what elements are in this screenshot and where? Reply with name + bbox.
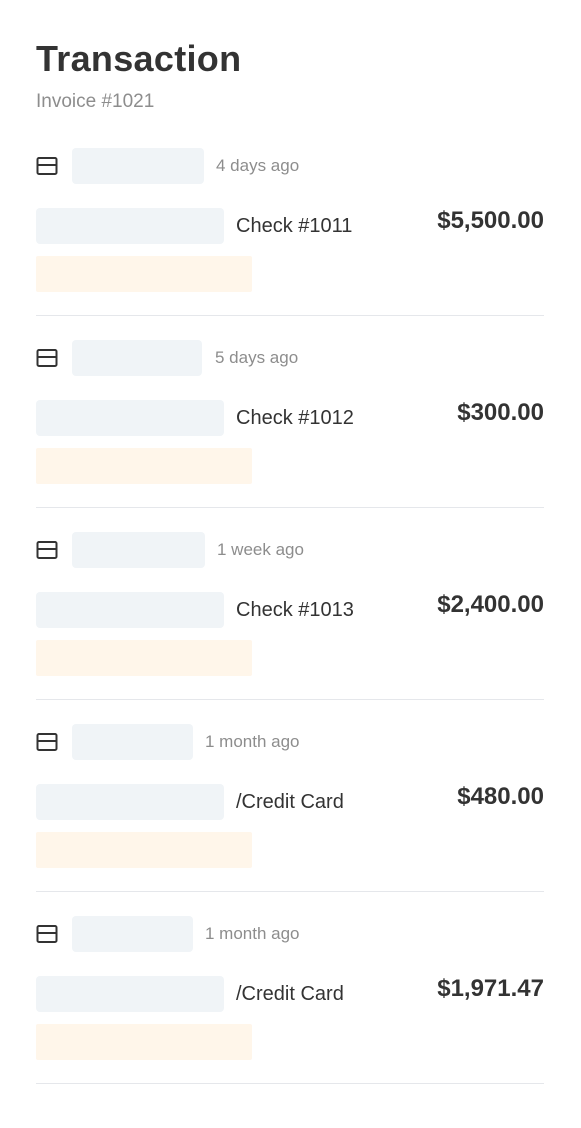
payee-placeholder: [36, 976, 224, 1012]
payee-placeholder: [36, 400, 224, 436]
status-placeholder: [36, 1024, 252, 1060]
transaction-row[interactable]: 4 days ago Check #1011 $5,500.00: [36, 124, 544, 316]
card-icon: [36, 540, 58, 560]
name-placeholder: [72, 916, 193, 952]
card-icon: [36, 924, 58, 944]
status-placeholder: [36, 832, 252, 868]
card-icon: [36, 732, 58, 752]
page-title: Transaction: [36, 38, 242, 79]
transaction-row[interactable]: 1 week ago Check #1013 $2,400.00: [36, 508, 544, 700]
payee-placeholder: [36, 592, 224, 628]
transaction-list: 4 days ago Check #1011 $5,500.00 5 days …: [36, 124, 544, 1084]
transaction-amount: $480.00: [457, 783, 544, 810]
transaction-amount: $300.00: [457, 399, 544, 426]
transaction-amount: $1,971.47: [437, 975, 544, 1002]
transaction-time: 1 month ago: [205, 732, 300, 751]
transaction-row[interactable]: 1 month ago /Credit Card $480.00: [36, 700, 544, 892]
transaction-amount: $5,500.00: [437, 207, 544, 234]
transaction-row[interactable]: 1 month ago /Credit Card $1,971.47: [36, 892, 544, 1084]
transaction-time: 5 days ago: [215, 348, 299, 367]
transaction-reference: Check #1013: [236, 599, 354, 621]
name-placeholder: [72, 148, 204, 184]
transaction-reference: Check #1012: [236, 407, 354, 429]
status-placeholder: [36, 640, 252, 676]
transaction-reference: Check #1011: [236, 215, 353, 237]
status-placeholder: [36, 256, 252, 292]
invoice-number: Invoice #1021: [36, 91, 155, 112]
transaction-amount: $2,400.00: [437, 591, 544, 618]
transaction-reference: /Credit Card: [236, 791, 344, 813]
name-placeholder: [72, 532, 205, 568]
transaction-time: 1 month ago: [205, 924, 300, 943]
transaction-reference: /Credit Card: [236, 983, 344, 1005]
status-placeholder: [36, 448, 252, 484]
transaction-time: 4 days ago: [216, 156, 300, 175]
transaction-row[interactable]: 5 days ago Check #1012 $300.00: [36, 316, 544, 508]
payee-placeholder: [36, 784, 224, 820]
card-icon: [36, 156, 58, 176]
name-placeholder: [72, 340, 202, 376]
name-placeholder: [72, 724, 193, 760]
transaction-time: 1 week ago: [217, 540, 304, 559]
payee-placeholder: [36, 208, 224, 244]
card-icon: [36, 348, 58, 368]
